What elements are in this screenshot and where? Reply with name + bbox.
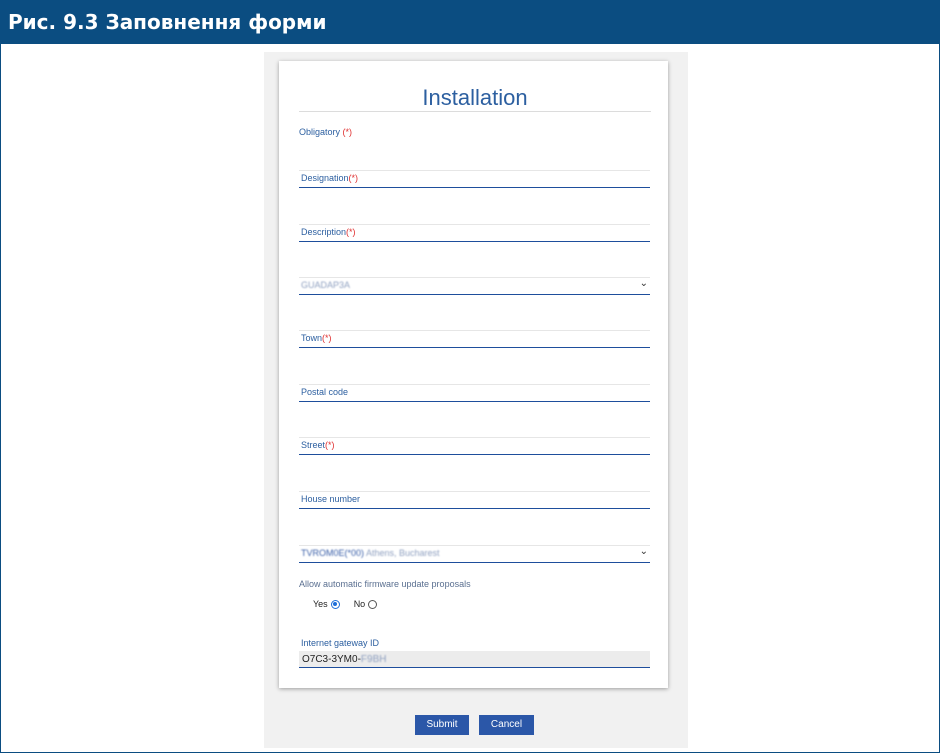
auto-update-label: Allow automatic firmware update proposal… <box>299 579 471 589</box>
radio-yes[interactable] <box>330 599 340 609</box>
form-title: Installation <box>422 85 528 110</box>
obligatory-label: Obligatory <box>299 127 343 137</box>
figure-caption-banner: Рис. 9.3 Заповнення форми <box>0 0 940 44</box>
timezone-value: TVROM0E(*00) Athens, Bucharest <box>301 548 440 558</box>
radio-no[interactable] <box>368 599 378 609</box>
radio-yes-label: Yes <box>313 599 328 609</box>
designation-label: Designation(*) <box>301 173 359 183</box>
town-label: Town(*) <box>301 333 332 343</box>
installation-form: Installation Obligatory (*) Designation(… <box>279 61 668 688</box>
title-divider <box>299 111 651 112</box>
chevron-down-icon: ⌄ <box>639 278 648 289</box>
country-select[interactable]: GUADAP3A ⌄ <box>299 277 650 295</box>
auto-update-radio-group: Yes No <box>313 599 378 609</box>
gateway-id-field: O7C3-3YM0-F9BH <box>299 651 650 668</box>
town-field[interactable]: Town(*) <box>299 330 650 348</box>
postal-code-label: Postal code <box>301 387 349 397</box>
chevron-down-icon: ⌄ <box>639 546 648 557</box>
radio-no-label: No <box>353 599 366 609</box>
description-label: Description(*) <box>301 227 356 237</box>
timezone-select[interactable]: TVROM0E(*00) Athens, Bucharest ⌄ <box>299 545 650 563</box>
country-value: GUADAP3A <box>301 280 351 290</box>
required-mark: (*) <box>342 127 353 137</box>
house-number-field[interactable]: House number <box>299 491 650 509</box>
submit-button[interactable]: Submit <box>415 715 469 735</box>
street-field[interactable]: Street(*) <box>299 437 650 455</box>
gateway-id-label: Internet gateway ID <box>301 638 380 648</box>
designation-field[interactable]: Designation(*) <box>299 170 650 188</box>
house-number-label: House number <box>301 494 361 504</box>
postal-code-field[interactable]: Postal code <box>299 384 650 402</box>
obligatory-note: Obligatory (*) <box>299 127 352 137</box>
description-field[interactable]: Description(*) <box>299 224 650 242</box>
gateway-id-value: O7C3-3YM0- <box>302 654 361 665</box>
gateway-id-hidden-part: F9BH <box>360 654 387 665</box>
cancel-button[interactable]: Cancel <box>479 715 534 735</box>
street-label: Street(*) <box>301 440 335 450</box>
